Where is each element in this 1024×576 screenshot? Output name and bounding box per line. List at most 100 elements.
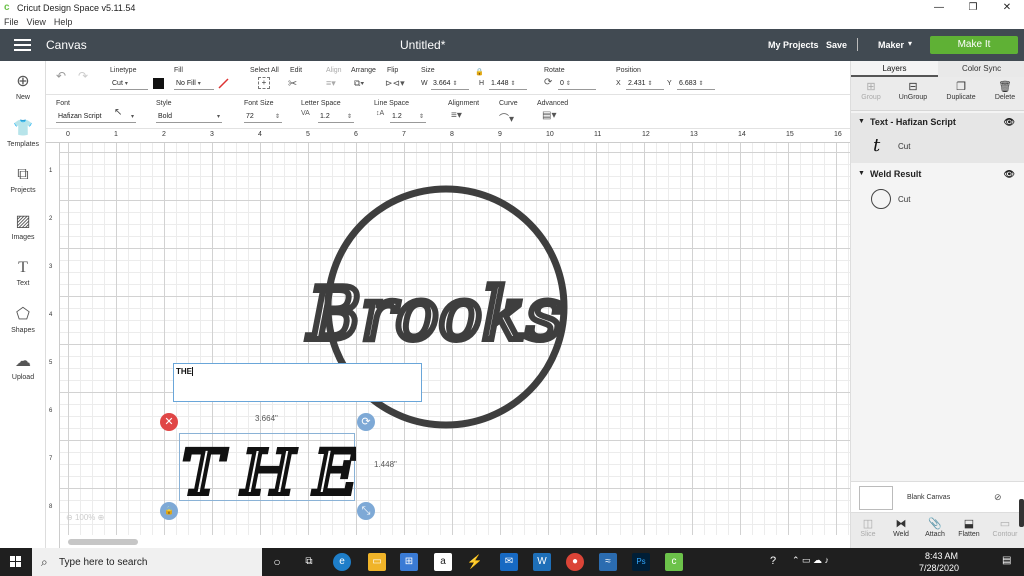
linetype-select[interactable]: Cut ▾ (110, 78, 148, 90)
curve-icon[interactable]: ⌒▾ (499, 110, 514, 125)
sidebar-item-new[interactable]: ⊕ New (0, 73, 46, 101)
chrome-icon[interactable]: ● (566, 553, 584, 571)
lock-handle-icon[interactable]: 🔒 (160, 502, 178, 520)
layer-header[interactable]: ▼ Text - Hafizan Script 👁 (851, 115, 1024, 131)
make-it-button[interactable]: Make It (930, 36, 1018, 54)
fill-select[interactable]: No Fill ▾ (174, 78, 214, 90)
task-view-icon[interactable]: ⧉ (300, 553, 318, 571)
cricut-taskbar-icon[interactable]: c (665, 553, 683, 571)
hidden-eye-icon[interactable]: ⊘ (994, 492, 1002, 503)
x-position-input[interactable]: 2.431 ⇕ (626, 78, 664, 90)
layer-group-text[interactable]: ▼ Text - Hafizan Script 👁 t Cut (851, 113, 1024, 163)
save-link[interactable]: Save (826, 40, 847, 50)
photoshop-icon[interactable]: Ps (632, 553, 650, 571)
collapse-triangle-icon[interactable]: ▼ (858, 170, 865, 177)
wave-app-icon[interactable]: ≈ (599, 553, 617, 571)
sidebar-item-upload[interactable]: ☁ Upload (0, 353, 46, 381)
y-position-input[interactable]: 6.683 ⇕ (677, 78, 715, 90)
windows-start-button[interactable] (0, 548, 32, 576)
cortana-icon[interactable]: ○ (268, 553, 286, 571)
machine-select[interactable]: Maker (878, 40, 904, 50)
text-align-icon[interactable]: ≡▾ (451, 110, 462, 121)
layer-group-weld[interactable]: ▼ Weld Result 👁 Cut (851, 165, 1024, 215)
blank-canvas-swatch[interactable] (859, 486, 893, 510)
file-explorer-icon[interactable]: ▭ (368, 553, 386, 571)
horizontal-scrollbar[interactable] (68, 539, 138, 545)
amazon-icon[interactable]: a (434, 553, 452, 571)
style-select[interactable]: Bold ▾ (156, 111, 222, 123)
delete-button[interactable]: 🗑 Delete (985, 80, 1024, 101)
select-all-icon[interactable]: + (258, 77, 270, 89)
line-space-input[interactable]: 1.2 ⇕ (390, 111, 426, 123)
tab-color-sync[interactable]: Color Sync (938, 61, 1024, 77)
sidebar-item-projects[interactable]: ⧉ Projects (0, 166, 46, 194)
lock-icon[interactable]: 🔒 (475, 68, 484, 76)
minimize-button[interactable]: — (922, 0, 956, 16)
notification-area-icons[interactable]: ⌃ ▭ ☁ ♪ (792, 555, 829, 566)
eye-icon[interactable]: 👁 (1004, 169, 1015, 180)
hamburger-menu-icon[interactable] (14, 39, 31, 51)
no-fill-swatch-icon[interactable] (217, 77, 230, 90)
width-input[interactable]: 3.664 ⇕ (431, 78, 469, 90)
rotate-handle-icon[interactable]: ⟳ (357, 413, 375, 431)
zoom-control[interactable]: ⊖ 100% ⊕ (66, 513, 124, 529)
advanced-icon[interactable]: ▤▾ (542, 110, 556, 121)
layer-actions: ⊞ Group ⊟ UnGroup ❐ Duplicate 🗑 Delete (851, 77, 1024, 111)
layer-header[interactable]: ▼ Weld Result 👁 (851, 167, 1024, 183)
edge-browser-icon[interactable]: e (333, 553, 351, 571)
word-icon[interactable]: W (533, 553, 551, 571)
tab-layers[interactable]: Layers (851, 61, 938, 77)
arrange-icon[interactable]: ⧉▾ (354, 78, 364, 89)
contour-button[interactable]: ▭ Contour (988, 517, 1022, 538)
undo-icon[interactable]: ↶ (56, 69, 66, 83)
group-button[interactable]: ⊞ Group (851, 80, 891, 101)
sidebar-item-images[interactable]: ▨ Images (0, 213, 46, 241)
zoom-out-icon[interactable]: ⊖ (66, 513, 73, 522)
chevron-down-icon[interactable]: ▾ (908, 39, 912, 48)
selection-bounding-box[interactable]: THE (179, 433, 356, 502)
layer-item[interactable]: t Cut (851, 135, 1024, 159)
taskbar-search-box[interactable]: ⌕ Type here to search (32, 548, 262, 576)
delete-handle-icon[interactable]: ✕ (160, 413, 178, 431)
vscode-icon[interactable]: ⚡ (466, 553, 484, 571)
letter-space-input[interactable]: 1.2 ⇕ (318, 111, 354, 123)
duplicate-button[interactable]: ❐ Duplicate (941, 80, 981, 101)
sidebar-item-shapes[interactable]: ⬠ Shapes (0, 306, 46, 334)
menu-help[interactable]: Help (50, 16, 77, 29)
text-edit-box[interactable]: THE (173, 363, 422, 402)
y-value: 6.683 (679, 80, 697, 87)
align-icon[interactable]: ≡▾ (326, 78, 336, 89)
redo-icon[interactable]: ↷ (78, 69, 88, 83)
layer-item[interactable]: Cut (851, 187, 1024, 211)
help-icon[interactable]: ? (770, 555, 776, 567)
rotate-input[interactable]: 0 ⇕ (558, 78, 596, 90)
flip-icon[interactable]: ⊳⊲▾ (385, 78, 405, 89)
sidebar-item-templates[interactable]: 👕 Templates (0, 120, 46, 148)
attach-button[interactable]: 📎 Attach (918, 517, 952, 538)
panel-scrollbar[interactable] (1019, 499, 1024, 527)
design-canvas[interactable]: 0 1 2 3 4 5 6 7 8 9 10 11 12 13 14 15 16 12345678 Brooks… (46, 129, 850, 548)
menu-file[interactable]: File (0, 16, 23, 29)
flatten-button[interactable]: ⬓ Flatten (952, 517, 986, 538)
my-projects-link[interactable]: My Projects (768, 40, 819, 50)
font-select[interactable]: Hafizan Script ▾ (56, 111, 136, 123)
blank-canvas-layer[interactable]: Blank Canvas ⊘ (851, 481, 1024, 513)
maximize-button[interactable]: ❐ (956, 0, 990, 16)
font-size-input[interactable]: 72 ⇕ (244, 111, 282, 123)
close-window-button[interactable]: ✕ (990, 0, 1024, 16)
eye-icon[interactable]: 👁 (1004, 117, 1015, 128)
scissors-icon[interactable]: ✂ (288, 77, 297, 90)
height-input[interactable]: 1.448 ⇕ (489, 78, 527, 90)
sidebar-item-text[interactable]: T Text (0, 259, 46, 287)
slice-button[interactable]: ◫ Slice (851, 517, 885, 538)
store-icon[interactable]: ⊞ (400, 553, 418, 571)
resize-handle-icon[interactable]: ⤡ (357, 502, 375, 520)
ungroup-button[interactable]: ⊟ UnGroup (893, 80, 933, 101)
linetype-color-swatch[interactable] (153, 78, 164, 89)
collapse-triangle-icon[interactable]: ▼ (858, 118, 865, 125)
mail-icon[interactable]: ✉ (500, 553, 518, 571)
action-center-icon[interactable]: ▤ (1002, 555, 1011, 566)
menu-view[interactable]: View (23, 16, 50, 29)
zoom-in-icon[interactable]: ⊕ (98, 513, 105, 522)
weld-button[interactable]: ⧓ Weld (884, 517, 918, 538)
